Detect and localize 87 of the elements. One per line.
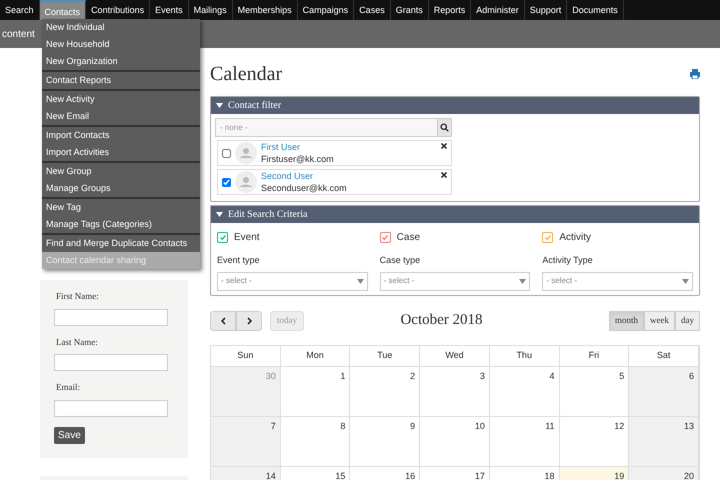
checkbox[interactable] [222,178,231,186]
day-cell[interactable]: 20 [629,466,699,480]
select-label: Case type [380,254,422,267]
caret-icon [682,278,689,284]
chevron-left-icon [220,316,226,324]
check-icon [544,234,551,240]
input-field[interactable] [54,354,168,371]
contact-name-link[interactable]: First User [261,141,334,153]
menu-item[interactable]: Import Contacts [42,127,200,144]
menu-item[interactable]: New Household [42,36,200,53]
input-field[interactable] [54,400,168,416]
contact-email: Seconduser@kk.com [261,182,347,194]
contact-email: Firstuser@kk.com [261,153,334,165]
weekday-header: Sat [629,346,699,366]
caret-icon [356,278,364,284]
search-icon [440,123,449,132]
contact-name-link[interactable]: Second User [261,170,347,182]
day-cell[interactable]: 8 [280,416,350,466]
placeholder-text: - none - [219,122,249,134]
menu-item[interactable]: New Tag [42,199,200,216]
panel-title: Edit Search Criteria [228,208,308,222]
menu-item[interactable]: New Organization [42,53,200,70]
close-icon[interactable] [441,172,447,178]
panel-header[interactable]: Edit Search Criteria [211,206,699,223]
check-icon [220,234,226,240]
menu-item[interactable]: New Individual [42,19,200,36]
caret-icon [216,212,223,217]
select-label: Activity Type [542,254,594,267]
input-field[interactable] [54,308,168,326]
weekday-header: Tue [350,346,420,366]
weekday-header: Thu [490,346,560,366]
menu-item[interactable]: Contact Reports [42,72,200,89]
day-cell[interactable]: 6 [629,366,699,416]
day-cell[interactable]: 13 [629,416,699,466]
check-icon [382,234,388,240]
select-label: Event type [217,254,261,267]
panel-header[interactable]: Contact filter [211,97,699,114]
menu-item[interactable]: Import Activities [42,144,200,161]
nav-tab[interactable]: Contacts [40,0,86,20]
menu-item[interactable]: New Email [42,108,200,125]
day-cell[interactable]: 5 [560,366,630,416]
field-label: First Name: [56,290,100,303]
day-cell[interactable]: 12 [560,416,630,466]
menu-item[interactable]: New Group [42,163,200,180]
view-button[interactable]: week [644,310,675,330]
field-label: Email: [56,381,81,394]
view-button[interactable]: month [608,310,644,330]
caret-icon [216,103,223,108]
weekday-header: Fri [560,346,630,366]
day-cell[interactable]: 7 [211,416,281,466]
checkbox[interactable] [542,232,554,242]
day-cell[interactable]: 1 [280,366,350,416]
page-title: Calendar [210,62,282,87]
save-button[interactable]: Save [54,426,85,444]
view-button[interactable]: day [674,310,700,330]
panel-title: Contact filter [228,99,282,113]
menu-item[interactable]: New Activity [42,91,200,108]
avatar-icon [235,142,257,164]
checkbox-label: Event [234,230,260,244]
weekday-header: Sun [211,346,281,366]
select-dropdown[interactable]: - select - [217,272,368,290]
caret-icon [519,278,526,284]
checkbox[interactable] [222,148,231,158]
previous-button[interactable] [210,310,236,330]
bar-label: content [2,28,35,42]
checkbox[interactable] [217,232,228,242]
select-dropdown[interactable]: - select - [380,272,530,290]
close-icon[interactable] [441,143,447,149]
day-cell[interactable]: 15 [280,466,350,480]
search-button[interactable] [437,119,451,136]
avatar-icon [235,171,257,193]
checkbox-label: Activity [559,230,591,244]
print-icon[interactable] [690,69,700,79]
checkbox-label: Case [396,230,420,244]
next-button[interactable] [236,310,262,330]
select-dropdown[interactable]: - select - [542,272,693,290]
calendar-title: October 2018 [400,311,483,330]
menu-item[interactable]: Find and Merge Duplicate Contacts [42,235,200,252]
field-label: Last Name: [56,336,99,348]
day-cell[interactable]: 14 [211,466,281,480]
menu-item[interactable]: Manage Tags (Categories) [42,216,200,233]
checkbox[interactable] [380,232,391,242]
menu-item[interactable]: Manage Groups [42,180,200,197]
weekday-header: Wed [420,346,490,366]
weekday-header: Mon [280,346,350,366]
day-cell[interactable]: 19 [560,466,630,480]
chevron-right-icon [246,316,252,324]
